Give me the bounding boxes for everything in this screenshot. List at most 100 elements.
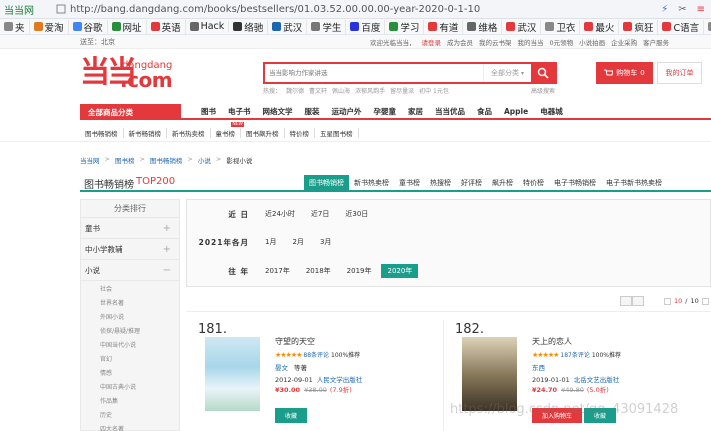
hot-keyword[interactable]: 曹文轩 — [309, 86, 327, 95]
breadcrumb-item[interactable]: 图书畅销榜 — [150, 155, 183, 165]
hot-keyword[interactable]: 浓郁风韵手 — [355, 86, 385, 95]
cart-button[interactable]: 购物车 0 — [596, 62, 653, 84]
top-link[interactable]: 0元领物 — [550, 37, 574, 47]
bookmark-item[interactable]: C语言 — [658, 19, 705, 34]
collapse-icon[interactable]: − — [163, 260, 171, 281]
product-title[interactable]: 天上的恋人 — [532, 336, 572, 347]
bookmark-item[interactable]: 卫衣 — [541, 19, 581, 34]
subnav-item[interactable]: 特价榜 — [285, 128, 315, 138]
top-link[interactable]: 成为会员 — [447, 37, 473, 47]
expand-icon[interactable]: + — [163, 239, 171, 260]
ranking-tab[interactable]: 飙升榜 — [487, 175, 518, 191]
bookmark-item[interactable]: 英语 — [147, 19, 186, 34]
sidebar-category[interactable]: 小说 − — [81, 260, 179, 281]
hot-keyword[interactable]: 留尽量派 — [390, 86, 414, 95]
prev-page-button[interactable] — [664, 297, 671, 305]
filter-option[interactable]: 近30日 — [339, 207, 374, 221]
browser-tab[interactable]: 当当网 — [0, 2, 52, 17]
search-category-select[interactable]: 全部分类 ▾ — [483, 64, 531, 82]
sidebar-subcategory[interactable]: 外国小说 — [81, 311, 179, 325]
filter-option[interactable]: 2月 — [286, 235, 309, 249]
sidebar-subcategory[interactable]: 社会 — [81, 283, 179, 297]
grid-view-icon[interactable] — [620, 296, 632, 306]
ranking-tab[interactable]: 好评榜 — [456, 175, 487, 191]
breadcrumb-item[interactable]: 小说 — [198, 155, 211, 165]
url-bar[interactable]: http://bang.dangdang.com/books/bestselle… — [56, 2, 576, 17]
book-cover-image[interactable] — [205, 337, 260, 411]
review-count-link[interactable]: 187条评论 — [560, 350, 589, 359]
subnav-item[interactable]: 童书榜 NEW — [211, 122, 244, 138]
top-link[interactable]: 我的当当 — [518, 37, 544, 47]
publisher-link[interactable]: 北岳文艺出版社 — [574, 376, 620, 384]
bookmark-item[interactable]: 最火 — [580, 19, 620, 34]
sidebar-subcategory[interactable]: 官幻 — [81, 353, 179, 367]
subnav-item[interactable]: 图书飙升榜 — [241, 128, 285, 138]
bookmark-item[interactable]: 有道 — [424, 19, 464, 34]
bookmark-item[interactable]: 谷歌 — [69, 19, 108, 34]
bookmark-item[interactable]: 夹 — [0, 19, 30, 34]
delivery-location[interactable]: 送至：北京 — [80, 37, 115, 47]
expand-icon[interactable]: + — [163, 218, 171, 239]
search-input[interactable] — [265, 64, 483, 82]
sidebar-category[interactable]: 中小学教辅 + — [81, 239, 179, 260]
ranking-tab[interactable]: 图书畅销榜 — [304, 175, 349, 191]
breadcrumb-item[interactable]: 当当网 — [80, 155, 100, 165]
lightning-icon[interactable]: ⚡ — [661, 4, 668, 15]
nav-item[interactable]: 孕婴童 — [368, 106, 403, 117]
bookmark-item[interactable]: 维格 — [463, 19, 503, 34]
ranking-tab[interactable]: 新书热卖榜 — [349, 175, 394, 191]
nav-item[interactable]: 图书 — [195, 106, 222, 117]
filter-option[interactable]: 3月 — [314, 235, 337, 249]
ranking-tab[interactable]: 热搜榜 — [425, 175, 456, 191]
nav-item[interactable]: 服装 — [299, 106, 326, 117]
breadcrumb-item[interactable]: 图书榜 — [115, 155, 135, 165]
subnav-item[interactable]: 新书畅销榜 — [124, 128, 167, 138]
ranking-tab[interactable]: 电子书畅销榜 — [549, 175, 601, 191]
dangdang-logo[interactable]: 当当 dangdang .com — [80, 58, 180, 93]
sidebar-subcategory[interactable]: 情感 — [81, 367, 179, 381]
subnav-item[interactable]: 图书畅销榜 — [80, 128, 124, 138]
sidebar-subcategory[interactable]: 作品集 — [81, 395, 179, 409]
hot-keyword[interactable]: 魏尔德 — [286, 86, 304, 95]
sidebar-subcategory[interactable]: 世界名著 — [81, 297, 179, 311]
filter-option[interactable]: 近7日 — [305, 207, 335, 221]
bookmark-item[interactable]: 络驰 — [229, 19, 269, 34]
bookmark-item[interactable]: 叶鹤 — [704, 20, 711, 34]
bookmark-item[interactable]: 疯狂 — [619, 19, 659, 34]
bookmark-item[interactable]: 武汉 — [502, 19, 542, 34]
bookmark-item[interactable]: Hack — [186, 21, 230, 32]
filter-option[interactable]: 2019年 — [341, 264, 378, 278]
my-order-button[interactable]: 我的订单 — [657, 62, 702, 84]
top-link[interactable]: 企业采购 — [611, 37, 637, 47]
ranking-tab[interactable]: 特价榜 — [518, 175, 549, 191]
scissors-icon[interactable]: ✂ — [678, 4, 686, 15]
publisher-link[interactable]: 人民文学出版社 — [317, 376, 363, 384]
subnav-item[interactable]: 五星图书榜 — [315, 128, 359, 138]
sidebar-subcategory[interactable]: 四大名著 — [81, 423, 179, 431]
nav-item[interactable]: 电子书 — [222, 106, 257, 117]
nav-item[interactable]: 网络文学 — [257, 106, 299, 117]
advanced-search-link[interactable]: 高级搜索 — [531, 86, 555, 95]
book-cover-image[interactable] — [462, 337, 517, 411]
filter-option[interactable]: 2018年 — [300, 264, 337, 278]
top-link[interactable]: 请登录 — [422, 37, 442, 47]
hot-keyword[interactable]: 初中 1元包 — [419, 86, 449, 95]
ranking-tab[interactable]: 电子书新书热卖榜 — [601, 175, 667, 191]
nav-item[interactable]: Apple — [498, 107, 534, 116]
nav-item[interactable]: 电器城 — [534, 106, 569, 117]
menu-icon[interactable]: ≡ — [697, 4, 705, 15]
favorite-button[interactable]: 收藏 — [275, 408, 308, 423]
bookmark-item[interactable]: 百度 — [346, 19, 386, 34]
top-link[interactable]: 小说拍画 — [579, 37, 605, 47]
filter-option[interactable]: 近24小时 — [259, 207, 301, 221]
url-text[interactable]: http://bang.dangdang.com/books/bestselle… — [66, 4, 480, 15]
filter-option[interactable]: 1月 — [259, 235, 282, 249]
subnav-item[interactable]: 新书热卖榜 — [167, 128, 211, 138]
nav-item[interactable]: 当当优品 — [429, 106, 471, 117]
sidebar-subcategory[interactable]: 中国当代小说 — [81, 339, 179, 353]
list-view-icon[interactable] — [632, 296, 644, 306]
nav-item[interactable]: 食品 — [471, 106, 498, 117]
bookmark-item[interactable]: 学生 — [307, 19, 347, 34]
filter-option[interactable]: 2020年 — [381, 264, 419, 278]
ranking-tab[interactable]: 童书榜 — [394, 175, 425, 191]
